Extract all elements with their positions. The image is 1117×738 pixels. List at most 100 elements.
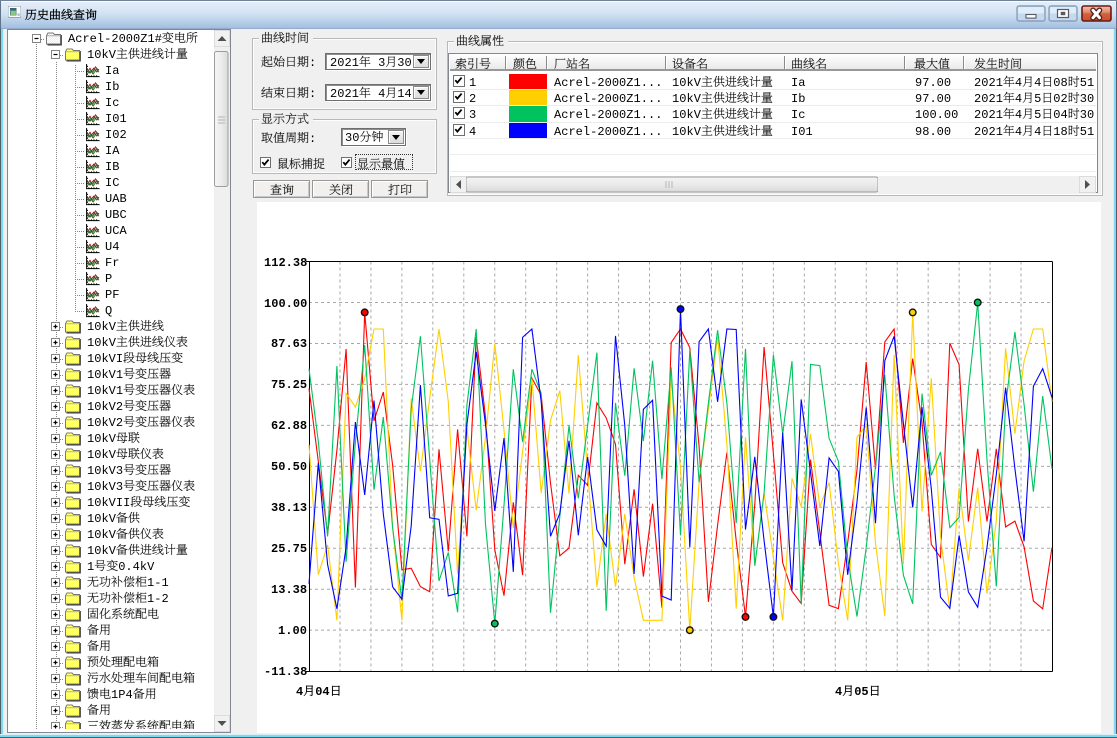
svg-text:4: 4	[1034, 76, 1041, 90]
svg-text:10kV: 10kV	[87, 432, 117, 446]
svg-text:I01: I01	[105, 112, 127, 126]
svg-text:13.38: 13.38	[271, 583, 307, 597]
svg-text:Ia: Ia	[791, 76, 805, 90]
svg-text:08: 08	[1053, 76, 1067, 90]
svg-text:97.00: 97.00	[915, 76, 951, 90]
svg-text:3: 3	[378, 56, 385, 70]
svg-text:2021: 2021	[974, 108, 1003, 122]
svg-text:4: 4	[469, 125, 476, 139]
svg-text:4: 4	[1015, 108, 1022, 122]
svg-text:Fr: Fr	[105, 256, 119, 270]
svg-text:4: 4	[1015, 92, 1022, 106]
svg-text:PF: PF	[105, 288, 119, 302]
svg-text:02: 02	[1053, 92, 1067, 106]
svg-text:51: 51	[1080, 125, 1094, 139]
svg-text:I01: I01	[791, 125, 813, 139]
svg-text:1: 1	[469, 76, 476, 90]
svg-text:U4: U4	[105, 240, 119, 254]
svg-text:25.75: 25.75	[271, 542, 307, 556]
svg-text:10kV2: 10kV2	[87, 416, 123, 430]
svg-text:1-2: 1-2	[147, 592, 169, 606]
svg-text:62.88: 62.88	[271, 419, 307, 433]
svg-text:Ic: Ic	[105, 96, 119, 110]
svg-text:10kV1: 10kV1	[87, 384, 123, 398]
svg-text:Ic: Ic	[791, 108, 805, 122]
svg-text:10kV: 10kV	[672, 108, 702, 122]
svg-text:10kV1: 10kV1	[87, 368, 123, 382]
svg-text:2021: 2021	[974, 76, 1003, 90]
svg-text:0.4kV: 0.4kV	[118, 560, 155, 574]
svg-text:5: 5	[1034, 92, 1041, 106]
svg-text:I02: I02	[105, 128, 127, 142]
svg-text:1P4: 1P4	[111, 688, 133, 702]
svg-text:4: 4	[1034, 125, 1041, 139]
svg-text:UBC: UBC	[105, 208, 127, 222]
svg-text:10kV: 10kV	[87, 448, 117, 462]
svg-text:05: 05	[854, 685, 868, 699]
svg-text:1: 1	[87, 560, 94, 574]
svg-text:10kV: 10kV	[672, 76, 702, 90]
svg-text:Ib: Ib	[791, 92, 805, 106]
svg-text::: :	[309, 87, 316, 101]
svg-text:75.25: 75.25	[271, 378, 307, 392]
svg-text:UCA: UCA	[105, 224, 127, 238]
svg-text:4: 4	[835, 685, 842, 699]
svg-text:Q: Q	[105, 304, 112, 318]
svg-text:Acrel-2000Z1...: Acrel-2000Z1...	[554, 108, 662, 122]
svg-text:3: 3	[469, 108, 476, 122]
svg-text:2: 2	[469, 92, 476, 106]
svg-text:Acrel-2000Z1...: Acrel-2000Z1...	[554, 125, 662, 139]
svg-text:10kV: 10kV	[87, 336, 117, 350]
svg-text:14: 14	[397, 87, 411, 101]
svg-text:2021: 2021	[330, 87, 359, 101]
svg-text:10kV: 10kV	[87, 512, 117, 526]
svg-text:10kV: 10kV	[87, 528, 117, 542]
svg-text:112.38: 112.38	[264, 256, 307, 270]
svg-text:IA: IA	[105, 144, 120, 158]
svg-text:4: 4	[378, 87, 385, 101]
svg-text:2021: 2021	[974, 92, 1003, 106]
svg-text:10kV3: 10kV3	[87, 480, 123, 494]
svg-text:30: 30	[397, 56, 411, 70]
svg-text:04: 04	[1053, 108, 1067, 122]
svg-text:4: 4	[1015, 76, 1022, 90]
svg-text:Ia: Ia	[105, 64, 119, 78]
svg-text:98.00: 98.00	[915, 125, 951, 139]
svg-text:P: P	[105, 272, 112, 286]
svg-text:18: 18	[1053, 125, 1067, 139]
svg-text:Ib: Ib	[105, 80, 119, 94]
svg-text:30: 30	[1080, 108, 1094, 122]
svg-text:10kV: 10kV	[87, 48, 117, 62]
svg-text::: :	[309, 56, 316, 70]
svg-text:5: 5	[1034, 108, 1041, 122]
svg-text:100.00: 100.00	[264, 297, 307, 311]
svg-text:100.00: 100.00	[915, 108, 958, 122]
svg-text:Acrel-2000Z1#: Acrel-2000Z1#	[68, 32, 162, 46]
svg-text:10kV: 10kV	[87, 544, 117, 558]
svg-text:IC: IC	[105, 176, 119, 190]
svg-text:10kV: 10kV	[672, 92, 702, 106]
svg-text:30: 30	[1080, 92, 1094, 106]
svg-text:10kVI: 10kVI	[87, 352, 123, 366]
svg-text:10kV: 10kV	[672, 125, 702, 139]
svg-text:97.00: 97.00	[915, 92, 951, 106]
svg-text:2021: 2021	[974, 125, 1003, 139]
svg-text:10kV2: 10kV2	[87, 400, 123, 414]
svg-text:Acrel-2000Z1...: Acrel-2000Z1...	[554, 76, 662, 90]
svg-text:10kV: 10kV	[87, 320, 117, 334]
svg-text:50.50: 50.50	[271, 460, 307, 474]
svg-text:30: 30	[345, 131, 359, 145]
svg-text:04: 04	[315, 685, 329, 699]
svg-text:2021: 2021	[330, 56, 359, 70]
svg-text:10kV3: 10kV3	[87, 464, 123, 478]
svg-text:10kVII: 10kVII	[87, 496, 130, 510]
svg-text:4: 4	[1015, 125, 1022, 139]
svg-text:87.63: 87.63	[271, 337, 307, 351]
svg-text:UAB: UAB	[105, 192, 127, 206]
svg-text:1.00: 1.00	[278, 624, 307, 638]
svg-text:4: 4	[296, 685, 303, 699]
svg-text:38.13: 38.13	[271, 501, 307, 515]
svg-text:-11.38: -11.38	[264, 665, 307, 679]
svg-text:1-1: 1-1	[147, 576, 169, 590]
svg-text:Acrel-2000Z1...: Acrel-2000Z1...	[554, 92, 662, 106]
